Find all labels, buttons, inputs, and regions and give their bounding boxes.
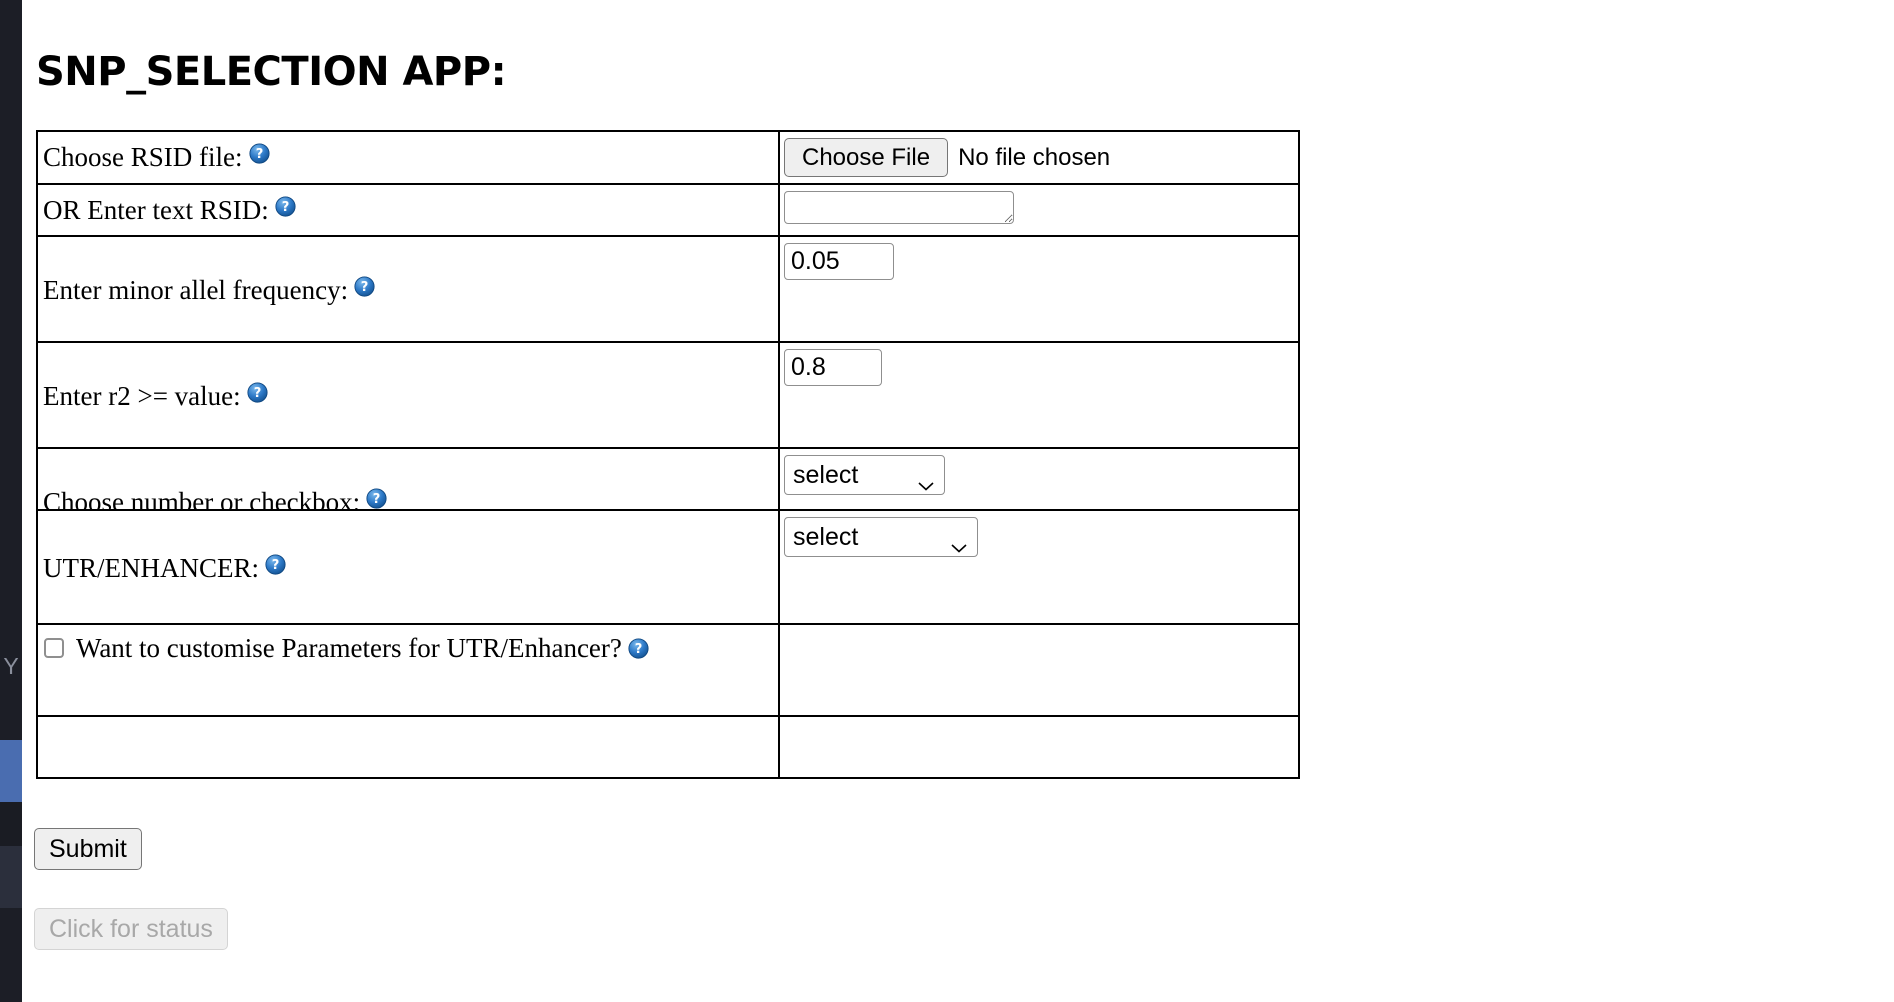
row-label-cell-utr-enhancer: UTR/ENHANCER: ?	[36, 509, 780, 625]
label-minor-allel-frequency: Enter minor allel frequency: ?	[38, 237, 778, 341]
choose-file-button[interactable]: Choose File	[784, 138, 949, 177]
row-spacer	[38, 671, 778, 715]
help-question-badge-icon[interactable]: ?	[248, 140, 270, 164]
table-row: Choose RSID file: ? Choose File No file …	[36, 130, 1300, 185]
row-label-cell-rsid-file: Choose RSID file: ?	[36, 130, 780, 185]
label-enter-text-rsid: OR Enter text RSID: ?	[38, 185, 778, 233]
select-value: select	[793, 461, 859, 489]
chevron-down-icon	[917, 469, 935, 491]
page-title: SNP_SELECTION APP:	[36, 48, 507, 95]
minor-allel-frequency-input[interactable]	[784, 243, 894, 280]
r2-value-input[interactable]	[784, 349, 882, 386]
customise-parameters-checkbox-row[interactable]: Want to customise Parameters for UTR/Enh…	[38, 625, 778, 671]
sidebar-strip-segment[interactable]	[0, 846, 22, 908]
chevron-down-icon	[950, 531, 968, 553]
sidebar-strip-label: Y	[3, 653, 19, 679]
utr-enhancer-select[interactable]: select	[784, 517, 978, 557]
row-field-cell-empty	[778, 715, 1300, 779]
label-text: Enter r2 >= value:	[43, 381, 241, 411]
label-utr-enhancer: UTR/ENHANCER: ?	[38, 511, 778, 623]
label-text: UTR/ENHANCER:	[43, 553, 259, 583]
file-input[interactable]: Choose File No file chosen	[784, 138, 1298, 177]
label-text: Enter minor allel frequency:	[43, 275, 349, 305]
empty-label-cell	[38, 717, 778, 777]
svg-text:?: ?	[255, 147, 263, 162]
row-field-cell-text-rsid	[778, 183, 1300, 237]
rsid-textarea[interactable]	[784, 191, 1014, 224]
utr-enhancer-select-wrapper: select	[780, 511, 1298, 617]
textarea-wrapper	[780, 185, 1298, 235]
table-row: Enter r2 >= value: ?	[36, 341, 1300, 449]
sidebar-strip-active-item[interactable]	[0, 740, 22, 802]
row-field-cell-rsid-file: Choose File No file chosen	[778, 130, 1300, 185]
r2-input-wrapper	[780, 343, 1298, 438]
help-question-badge-icon[interactable]: ?	[265, 551, 286, 575]
customise-parameters-checkbox[interactable]	[44, 638, 64, 658]
page-canvas: SNP_SELECTION APP: Choose RSID file: ? C…	[22, 0, 1894, 1002]
row-label-cell-r2: Enter r2 >= value: ?	[36, 341, 780, 449]
svg-text:?: ?	[253, 386, 261, 401]
table-row: Want to customise Parameters for UTR/Enh…	[36, 623, 1300, 717]
row-label-cell-empty	[36, 715, 780, 779]
file-input-wrapper: Choose File No file chosen	[780, 132, 1298, 183]
row-label-cell-text-rsid: OR Enter text RSID: ?	[36, 183, 780, 237]
row-field-cell-maf	[778, 235, 1300, 343]
utr-enhancer-table: UTR/ENHANCER: ? select Want to customise…	[36, 509, 1300, 779]
select-value: select	[793, 523, 859, 551]
svg-text:?: ?	[361, 280, 369, 295]
svg-text:?: ?	[281, 200, 289, 215]
maf-input-wrapper	[780, 237, 1298, 332]
table-row: UTR/ENHANCER: ? select	[36, 509, 1300, 625]
empty-field-cell	[780, 717, 1298, 777]
row-label-cell-customise: Want to customise Parameters for UTR/Enh…	[36, 623, 780, 717]
empty-field-cell	[780, 625, 1298, 685]
row-field-cell-utr-enhancer: select	[778, 509, 1300, 625]
svg-text:?: ?	[272, 558, 280, 573]
table-row: OR Enter text RSID: ?	[36, 183, 1300, 237]
app-sidebar-strip[interactable]: Y	[0, 0, 22, 1002]
row-label-cell-maf: Enter minor allel frequency: ?	[36, 235, 780, 343]
svg-text:?: ?	[373, 492, 381, 507]
row-field-cell-r2	[778, 341, 1300, 449]
help-question-badge-icon[interactable]: ?	[354, 273, 375, 297]
help-question-badge-icon[interactable]: ?	[366, 485, 387, 509]
table-row	[36, 715, 1300, 779]
help-question-badge-icon[interactable]: ?	[247, 379, 268, 403]
customise-parameters-label: Want to customise Parameters for UTR/Enh…	[76, 633, 622, 663]
label-choose-rsid-file: Choose RSID file: ?	[38, 132, 778, 180]
click-for-status-button[interactable]: Click for status	[34, 908, 228, 950]
label-r2-value: Enter r2 >= value: ?	[38, 343, 778, 447]
help-question-badge-icon[interactable]: ?	[275, 193, 296, 217]
label-text: Choose RSID file:	[43, 142, 243, 172]
sidebar-strip-segment[interactable]	[0, 908, 22, 1002]
svg-text:?: ?	[635, 642, 643, 657]
table-row: Enter minor allel frequency: ?	[36, 235, 1300, 343]
file-name-status: No file chosen	[958, 143, 1111, 171]
number-or-checkbox-select[interactable]: select	[784, 455, 945, 495]
parameters-table: Choose RSID file: ? Choose File No file …	[36, 130, 1300, 555]
row-field-cell-customise	[778, 623, 1300, 717]
help-question-badge-icon[interactable]: ?	[628, 637, 649, 659]
submit-button[interactable]: Submit	[34, 828, 142, 870]
label-text: OR Enter text RSID:	[43, 195, 269, 225]
sidebar-strip-segment[interactable]	[0, 802, 22, 846]
